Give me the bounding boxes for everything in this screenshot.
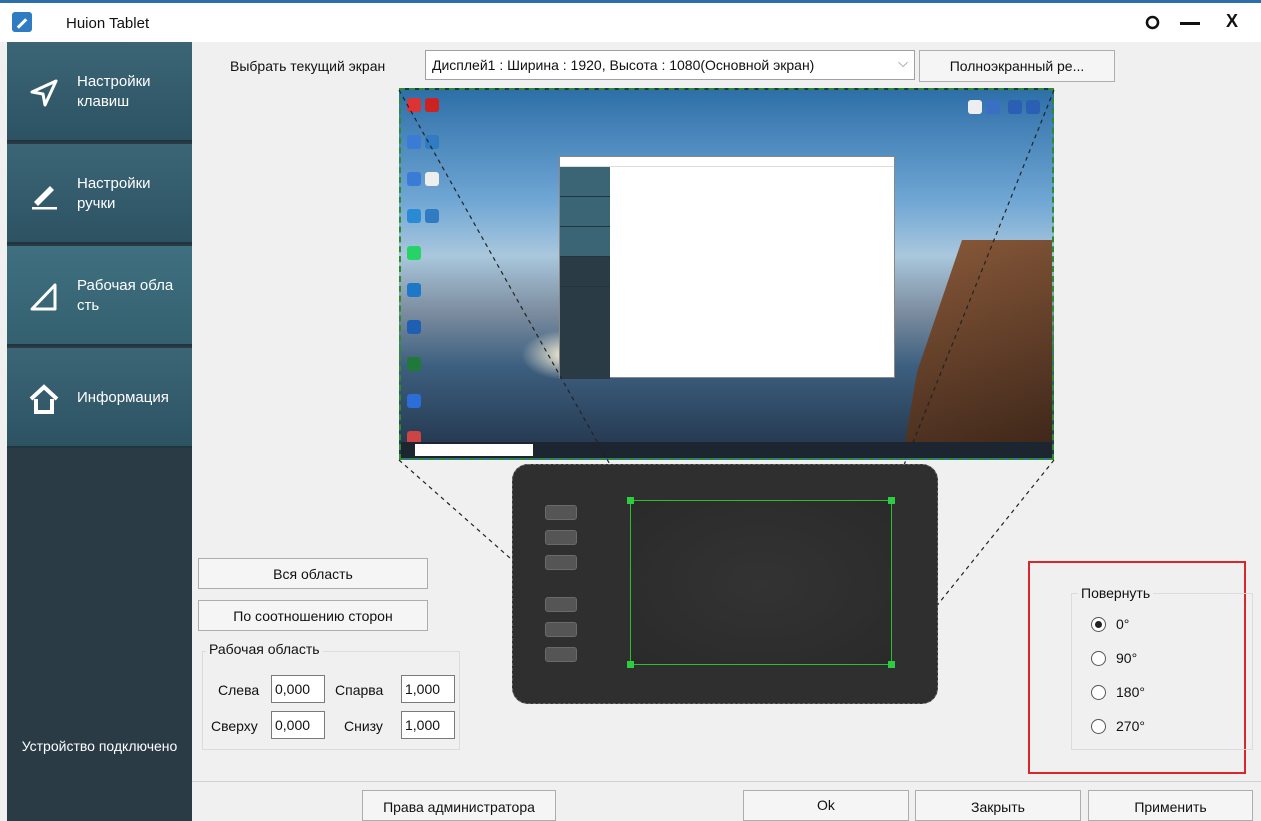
apply-button[interactable]: Применить [1088,790,1253,821]
chevron-down-icon: ⌵ [898,55,908,70]
tablet-express-key [545,622,577,637]
ok-button[interactable]: Ok [743,790,909,821]
radio-icon [1091,651,1106,666]
set-square-icon [30,283,57,311]
admin-rights-button[interactable]: Права администратора [362,790,556,821]
sidebar-item-label: Настройки ручки [77,175,151,212]
radio-icon [1091,685,1106,700]
pen-icon [32,186,57,210]
preview-desktop-icons [405,94,455,458]
home-icon [29,384,59,414]
preview-rock [902,240,1052,458]
screen-select[interactable]: Дисплей1 : Ширина : 1920, Высота : 1080(… [425,50,915,80]
sidebar: Настройки клавиш Настройки ручки Рабочая… [7,42,192,821]
top-label: Сверху [211,718,258,734]
top-input[interactable]: 0,000 [271,711,325,739]
preview-taskbar [401,442,1052,458]
corner-handle[interactable] [888,661,895,668]
preview-desktop-icons-right [966,96,1042,133]
minimize-button[interactable] [1180,14,1200,32]
screen-preview[interactable] [399,88,1054,460]
sidebar-item-pen-settings[interactable]: Настройки ручки [7,144,192,244]
close-button[interactable]: X [1226,11,1238,32]
left-label: Слева [218,682,260,698]
tablet-express-key [545,555,577,570]
rotate-option-label: 0° [1116,616,1130,632]
corner-handle[interactable] [888,497,895,504]
tablet-preview [512,464,938,704]
close-dialog-button[interactable]: Закрыть [915,790,1081,821]
rotate-option-label: 180° [1116,684,1145,700]
tablet-express-key [545,647,577,662]
preview-app-window [559,156,895,379]
right-label: Спарва [335,682,384,698]
bottom-input[interactable]: 1,000 [401,711,455,739]
tablet-express-key [545,597,577,612]
sidebar-item-label: Информация [77,389,169,406]
gear-icon[interactable] [1144,14,1161,31]
corner-handle[interactable] [627,497,634,504]
huion-logo-icon [12,12,32,32]
left-input[interactable]: 0,000 [271,675,325,703]
screen-select-label: Выбрать текущий экран [230,58,386,74]
sidebar-item-label: Настройки клавиш [77,73,151,110]
sidebar-item-work-area[interactable]: Рабочая обла сть [7,246,192,346]
window-title: Huion Tablet [66,15,150,32]
tablet-active-area[interactable] [627,497,895,668]
rotate-option-label: 270° [1116,718,1145,734]
radio-checked-icon [1091,617,1106,632]
corner-handle[interactable] [627,661,634,668]
rotate-title: Повернуть [1078,585,1154,601]
aspect-ratio-button[interactable]: По соотношению сторон [198,600,428,631]
right-input[interactable]: 1,000 [401,675,455,703]
full-area-button[interactable]: Вся область [198,558,428,589]
screen-select-value: Дисплей1 : Ширина : 1920, Высота : 1080(… [432,57,815,73]
sidebar-item-key-settings[interactable]: Настройки клавиш [7,42,192,142]
tablet-express-key [545,505,577,520]
fullscreen-button[interactable]: Полноэкранный ре... [919,50,1115,82]
radio-icon [1091,719,1106,734]
device-status: Устройство подключено [21,738,178,754]
work-area-title: Рабочая область [206,641,323,657]
title-bar: Huion Tablet X [0,0,1261,42]
send-arrow-icon [30,79,58,107]
bottom-label: Снизу [344,718,383,734]
sidebar-item-info[interactable]: Информация [7,348,192,448]
sidebar-item-label: Рабочая обла сть [77,277,174,314]
tablet-express-key [545,530,577,545]
rotate-option-label: 90° [1116,650,1138,666]
